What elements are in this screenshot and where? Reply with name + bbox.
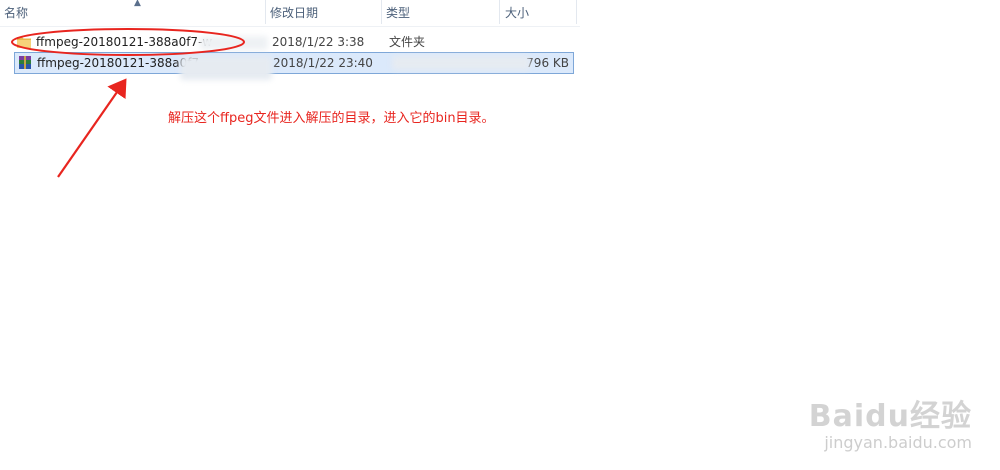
watermark-brand: Baidu经验 (808, 399, 972, 434)
watermark-site: jingyan.baidu.com (824, 433, 972, 452)
highlight-ellipse (11, 28, 245, 56)
baidu-watermark: Baidu经验 jingyan.baidu.com (809, 391, 972, 452)
annotation-arrow (57, 78, 127, 178)
annotation-text: 解压这个ffpeg文件进入解压的目录，进入它的bin目录。 (168, 111, 495, 126)
